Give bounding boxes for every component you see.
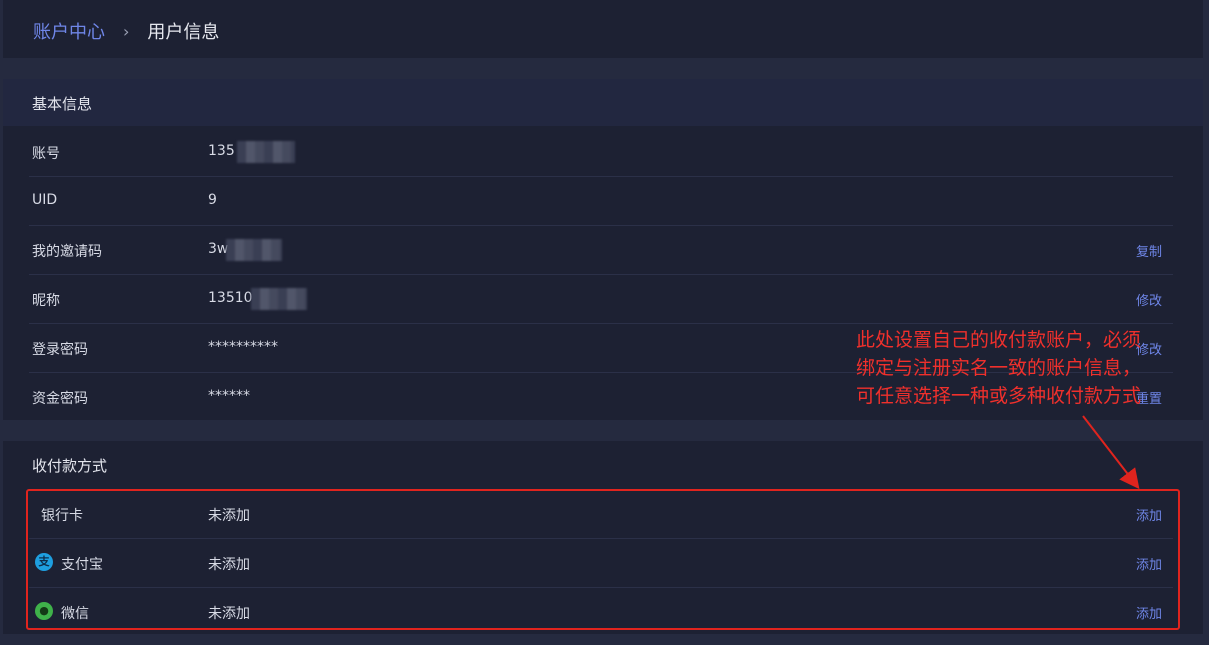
- info-label: 资金密码: [32, 391, 88, 407]
- add-wechat-button[interactable]: 添加: [1136, 603, 1162, 622]
- breadcrumb-panel: 账户中心 › 用户信息: [3, 0, 1203, 58]
- info-row-uid: UID 9: [29, 176, 1173, 226]
- redaction-mosaic: [251, 288, 307, 310]
- info-label: 登录密码: [32, 342, 88, 358]
- info-row-account: 账号 135: [29, 127, 1173, 177]
- info-label: UID: [32, 192, 58, 208]
- payment-status: 未添加: [208, 606, 250, 622]
- payment-row-wechat: ● 微信 未添加 添加: [29, 587, 1173, 636]
- payment-title: 收付款方式: [32, 457, 108, 475]
- payment-label: 微信: [61, 606, 89, 622]
- info-label: 昵称: [32, 293, 60, 309]
- info-label: 账号: [32, 146, 60, 162]
- payment-header: 收付款方式: [3, 441, 1203, 488]
- redaction-mosaic: [226, 239, 282, 261]
- breadcrumb-separator-icon: ›: [123, 21, 130, 41]
- add-alipay-button[interactable]: 添加: [1136, 554, 1162, 573]
- alipay-icon: 支: [35, 553, 53, 571]
- info-value: 9: [208, 192, 217, 208]
- breadcrumb-root-link[interactable]: 账户中心: [33, 18, 105, 44]
- info-value: 13510: [208, 290, 253, 306]
- basic-info-title: 基本信息: [32, 95, 93, 113]
- payment-label: 支付宝: [61, 557, 103, 573]
- breadcrumb-current: 用户信息: [147, 22, 220, 43]
- info-label: 我的邀请码: [32, 244, 102, 260]
- payment-label: 银行卡: [41, 508, 83, 524]
- copy-button[interactable]: 复制: [1136, 241, 1162, 260]
- payment-methods-panel: 收付款方式 银行卡 未添加 添加 支 支付宝 未添加 添加 ● 微信 未添加 添…: [3, 441, 1203, 634]
- add-bank-card-button[interactable]: 添加: [1136, 505, 1162, 524]
- payment-status: 未添加: [208, 508, 250, 524]
- annotation-note: 此处设置自己的收付款账户，必须绑定与注册实名一致的账户信息，可任意选择一种或多种…: [856, 329, 1142, 407]
- wechat-icon: ●: [35, 602, 53, 620]
- info-row-nickname: 昵称 13510 修改: [29, 274, 1173, 324]
- info-value: **********: [208, 339, 278, 355]
- edit-nickname-button[interactable]: 修改: [1136, 290, 1162, 309]
- redaction-mosaic: [237, 141, 295, 163]
- payment-status: 未添加: [208, 557, 250, 573]
- breadcrumb: 账户中心 › 用户信息: [33, 18, 219, 44]
- info-value: 135: [208, 143, 235, 159]
- info-value: ******: [208, 388, 250, 404]
- info-row-invite-code: 我的邀请码 3w 复制: [29, 225, 1173, 275]
- basic-info-header: 基本信息: [3, 79, 1203, 126]
- payment-row-bank-card: 银行卡 未添加 添加: [29, 489, 1173, 539]
- payment-row-alipay: 支 支付宝 未添加 添加: [29, 538, 1173, 588]
